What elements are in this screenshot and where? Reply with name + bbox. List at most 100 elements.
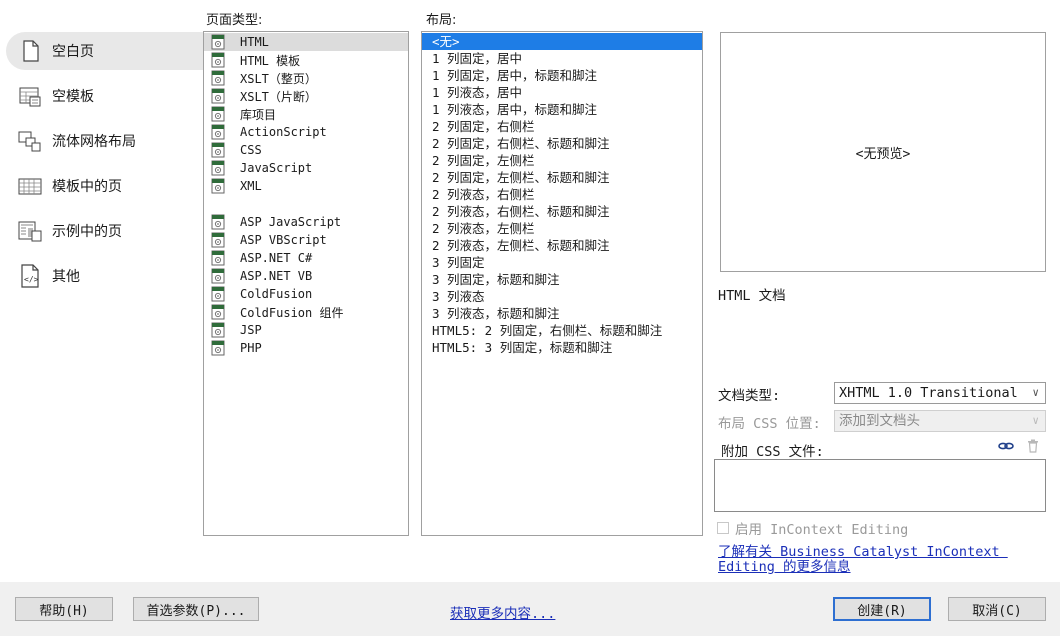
chevron-down-icon: ∨: [1032, 414, 1039, 427]
layout-item[interactable]: 2 列液态，左侧栏: [422, 220, 702, 237]
layout-item[interactable]: 3 列固定: [422, 254, 702, 271]
help-button[interactable]: 帮助(H): [15, 597, 113, 621]
page-type-label: ASP.NET C#: [240, 251, 313, 265]
attach-css-label: 附加 CSS 文件:: [721, 444, 824, 460]
learn-more-line-2: Editing 的更多信息: [718, 559, 851, 575]
page-type-item[interactable]: ASP.NET VB: [204, 267, 408, 285]
page-type-label: HTML 模板: [240, 53, 301, 68]
category-label: 空模板: [52, 89, 94, 105]
layout-item[interactable]: 1 列液态，居中，标题和脚注: [422, 101, 702, 118]
page-from-sample-icon: [18, 219, 42, 243]
page-type-item[interactable]: JavaScript: [204, 159, 408, 177]
doctype-label: 文档类型:: [718, 388, 781, 404]
layout-item[interactable]: 2 列固定，左侧栏: [422, 152, 702, 169]
page-type-label: JSP: [240, 323, 262, 337]
page-type-item[interactable]: ASP VBScript: [204, 231, 408, 249]
category-label: 示例中的页: [52, 224, 122, 240]
page-type-item[interactable]: 库项目: [204, 105, 408, 123]
page-type-label: JavaScript: [240, 161, 313, 175]
create-button[interactable]: 创建(R): [833, 597, 931, 621]
page-type-label: ActionScript: [240, 125, 327, 139]
page-type-item[interactable]: ActionScript: [204, 123, 408, 141]
layout-item[interactable]: 2 列液态，左侧栏、标题和脚注: [422, 237, 702, 254]
layout-item[interactable]: 3 列固定，标题和脚注: [422, 271, 702, 288]
document-type-icon: [210, 160, 226, 176]
category-blank-page[interactable]: 空白页: [6, 32, 206, 70]
page-type-item[interactable]: XSLT（片断）: [204, 87, 408, 105]
page-type-item[interactable]: XML: [204, 177, 408, 195]
page-type-label: 库项目: [240, 107, 277, 122]
preferences-button[interactable]: 首选参数(P)...: [133, 597, 259, 621]
category-blank-template[interactable]: 空模板: [6, 77, 206, 115]
document-type-icon: [210, 250, 226, 266]
page-type-item[interactable]: PHP: [204, 339, 408, 357]
incontext-checkbox[interactable]: [717, 522, 729, 534]
incontext-checkbox-row[interactable]: 启用 InContext Editing: [717, 518, 908, 538]
layout-item[interactable]: 1 列固定，居中: [422, 50, 702, 67]
cancel-button[interactable]: 取消(C): [948, 597, 1046, 621]
document-type-icon: [210, 142, 226, 158]
page-type-label: 页面类型:: [206, 13, 263, 28]
page-type-item[interactable]: ColdFusion 组件: [204, 303, 408, 321]
page-from-template-icon: [18, 174, 42, 198]
category-other[interactable]: </> 其他: [6, 257, 206, 295]
page-type-item[interactable]: XSLT（整页）: [204, 69, 408, 87]
document-type-icon: [210, 124, 226, 140]
css-position-value: 添加到文档头: [839, 413, 920, 429]
page-type-item[interactable]: HTML: [204, 33, 408, 51]
layout-item[interactable]: 1 列固定，居中，标题和脚注: [422, 67, 702, 84]
learn-more-line-1: 了解有关 Business Catalyst InContext: [718, 544, 1008, 560]
page-type-item[interactable]: CSS: [204, 141, 408, 159]
category-label: 其他: [52, 269, 80, 285]
layout-item[interactable]: HTML5: 3 列固定，标题和脚注: [422, 339, 702, 356]
layout-item[interactable]: 2 列液态，右侧栏、标题和脚注: [422, 203, 702, 220]
document-type-icon: [210, 52, 226, 68]
page-type-list[interactable]: HTML HTML 模板 XSLT（整页） XSLT（片断） 库项目 ActionScri…: [203, 31, 409, 536]
preview-description: HTML 文档: [718, 288, 786, 304]
layout-item[interactable]: <无>: [422, 33, 702, 50]
page-type-label: ASP.NET VB: [240, 269, 313, 283]
chevron-down-icon: ∨: [1032, 386, 1039, 399]
category-fluid-grid-layout[interactable]: 流体网格布局: [6, 122, 206, 160]
link-chain-icon[interactable]: [998, 439, 1014, 453]
page-type-item[interactable]: ColdFusion: [204, 285, 408, 303]
fluid-grid-layout-icon: [18, 129, 42, 153]
document-type-icon: [210, 340, 226, 356]
page-type-item[interactable]: ASP.NET C#: [204, 249, 408, 267]
layout-item[interactable]: 2 列固定，右侧栏: [422, 118, 702, 135]
code-file-icon: </>: [18, 264, 42, 288]
page-type-item[interactable]: JSP: [204, 321, 408, 339]
document-type-icon: [210, 214, 226, 230]
document-type-icon: [210, 70, 226, 86]
page-type-label: ASP VBScript: [240, 233, 327, 247]
trash-icon[interactable]: [1027, 439, 1039, 453]
page-type-label: ColdFusion: [240, 287, 313, 301]
document-type-icon: [210, 286, 226, 302]
category-page-from-template[interactable]: 模板中的页: [6, 167, 206, 205]
layout-item[interactable]: 3 列液态，标题和脚注: [422, 305, 702, 322]
page-type-item[interactable]: HTML 模板: [204, 51, 408, 69]
layout-item[interactable]: 2 列固定，右侧栏、标题和脚注: [422, 135, 702, 152]
layout-item[interactable]: HTML5: 2 列固定，右侧栏、标题和脚注: [422, 322, 702, 339]
doctype-select[interactable]: XHTML 1.0 Transitional ∨: [834, 382, 1046, 404]
layout-item[interactable]: 3 列液态: [422, 288, 702, 305]
page-type-item[interactable]: ASP JavaScript: [204, 213, 408, 231]
attached-css-list[interactable]: [714, 459, 1046, 512]
category-page-from-sample[interactable]: 示例中的页: [6, 212, 206, 250]
get-more-content-link[interactable]: 获取更多内容...: [450, 602, 555, 622]
document-type-icon: [210, 34, 226, 50]
layout-item[interactable]: 2 列液态，右侧栏: [422, 186, 702, 203]
learn-more-link[interactable]: 了解有关 Business Catalyst InContext Editing…: [718, 545, 1048, 575]
layout-item[interactable]: 2 列固定，左侧栏、标题和脚注: [422, 169, 702, 186]
document-type-icon: [210, 304, 226, 320]
document-type-icon: [210, 268, 226, 284]
category-label: 空白页: [52, 44, 94, 60]
page-type-label: XSLT（整页）: [240, 71, 317, 86]
layout-list[interactable]: <无> 1 列固定，居中 1 列固定，居中，标题和脚注 1 列液态，居中 1 列液态，居…: [421, 31, 703, 536]
document-type-icon: [210, 232, 226, 248]
page-type-label: ColdFusion 组件: [240, 305, 344, 320]
layout-item[interactable]: 1 列液态，居中: [422, 84, 702, 101]
incontext-label: 启用 InContext Editing: [735, 522, 909, 538]
category-label: 模板中的页: [52, 179, 122, 195]
